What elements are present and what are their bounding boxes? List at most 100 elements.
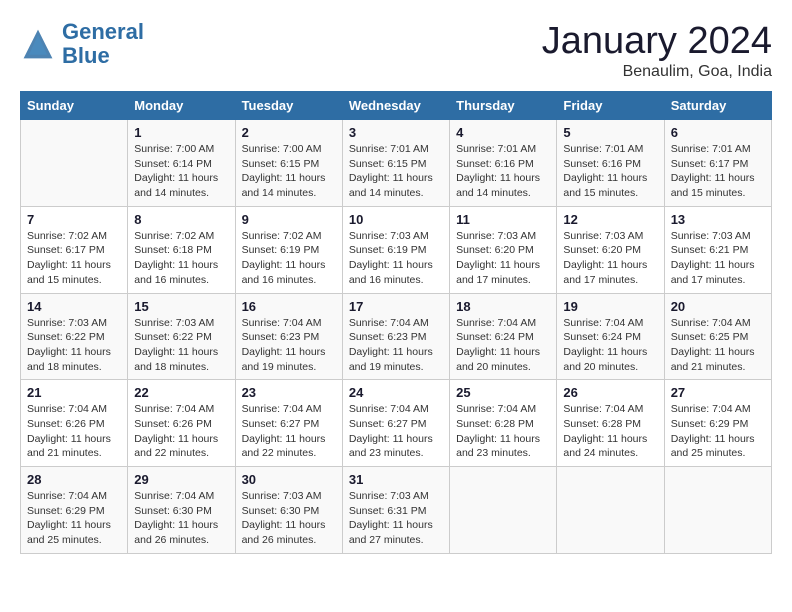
day-number: 31 (349, 472, 443, 487)
calendar-body: 1Sunrise: 7:00 AMSunset: 6:14 PMDaylight… (21, 120, 772, 554)
day-number: 24 (349, 385, 443, 400)
day-number: 15 (134, 299, 228, 314)
calendar-cell (557, 467, 664, 554)
calendar-week-row: 14 Sunrise: 7:03 AMSunset: 6:22 PMDayligh… (21, 293, 772, 380)
page-container: General Blue January 2024 Benaulim, Goa,… (20, 20, 772, 554)
day-number: 23 (242, 385, 336, 400)
header: General Blue January 2024 Benaulim, Goa,… (20, 20, 772, 81)
title-area: January 2024 Benaulim, Goa, India (542, 20, 772, 81)
day-info: Sunrise: 7:01 AMSunset: 6:16 PMDaylight:… (563, 142, 657, 201)
calendar-cell (664, 467, 771, 554)
calendar-cell: 5Sunrise: 7:01 AMSunset: 6:16 PMDaylight… (557, 120, 664, 207)
calendar-cell: 2 Sunrise: 7:00 AMSunset: 6:15 PMDaylight… (235, 120, 342, 207)
day-info: Sunrise: 7:03 AMSunset: 6:20 PMDaylight:… (456, 229, 550, 288)
day-info: Sunrise: 7:04 AMSunset: 6:26 PMDaylight:… (27, 402, 121, 461)
day-info: Sunrise: 7:04 AMSunset: 6:24 PMDaylight:… (456, 316, 550, 375)
calendar-cell: 1Sunrise: 7:00 AMSunset: 6:14 PMDaylight… (128, 120, 235, 207)
day-info: Sunrise: 7:04 AMSunset: 6:23 PMDaylight:… (242, 316, 336, 375)
day-number: 29 (134, 472, 228, 487)
calendar-cell: 10Sunrise: 7:03 AMSunset: 6:19 PMDayligh… (342, 206, 449, 293)
calendar-cell: 29 Sunrise: 7:04 AMSunset: 6:30 PMDayligh… (128, 467, 235, 554)
calendar-cell: 9 Sunrise: 7:02 AMSunset: 6:19 PMDaylight… (235, 206, 342, 293)
calendar-cell: 27 Sunrise: 7:04 AMSunset: 6:29 PMDayligh… (664, 380, 771, 467)
calendar-week-row: 1Sunrise: 7:00 AMSunset: 6:14 PMDaylight… (21, 120, 772, 207)
calendar-cell: 20Sunrise: 7:04 AMSunset: 6:25 PMDayligh… (664, 293, 771, 380)
calendar-cell: 26 Sunrise: 7:04 AMSunset: 6:28 PMDayligh… (557, 380, 664, 467)
weekday-header: Monday (128, 92, 235, 120)
day-info: Sunrise: 7:00 AMSunset: 6:15 PMDaylight:… (242, 142, 336, 201)
day-number: 2 (242, 125, 336, 140)
day-number: 1 (134, 125, 228, 140)
calendar-cell: 23 Sunrise: 7:04 AMSunset: 6:27 PMDayligh… (235, 380, 342, 467)
day-info: Sunrise: 7:04 AMSunset: 6:27 PMDaylight:… (242, 402, 336, 461)
day-number: 25 (456, 385, 550, 400)
day-info: Sunrise: 7:04 AMSunset: 6:29 PMDaylight:… (671, 402, 765, 461)
calendar-cell: 6 Sunrise: 7:01 AMSunset: 6:17 PMDaylight… (664, 120, 771, 207)
calendar-cell: 14Sunrise: 7:03 AMSunset: 6:22 PMDayligh… (21, 293, 128, 380)
day-info: Sunrise: 7:03 AMSunset: 6:30 PMDaylight:… (242, 489, 336, 548)
calendar-cell: 13Sunrise: 7:03 AMSunset: 6:21 PMDayligh… (664, 206, 771, 293)
calendar-week-row: 21 Sunrise: 7:04 AMSunset: 6:26 PMDayligh… (21, 380, 772, 467)
day-number: 16 (242, 299, 336, 314)
day-info: Sunrise: 7:04 AMSunset: 6:30 PMDaylight:… (134, 489, 228, 548)
day-number: 7 (27, 212, 121, 227)
day-info: Sunrise: 7:04 AMSunset: 6:28 PMDaylight:… (456, 402, 550, 461)
day-number: 28 (27, 472, 121, 487)
day-info: Sunrise: 7:02 AMSunset: 6:18 PMDaylight:… (134, 229, 228, 288)
calendar-cell: 17Sunrise: 7:04 AMSunset: 6:23 PMDayligh… (342, 293, 449, 380)
weekday-header: Wednesday (342, 92, 449, 120)
calendar-table: SundayMondayTuesdayWednesdayThursdayFrid… (20, 91, 772, 554)
calendar-cell: 22Sunrise: 7:04 AMSunset: 6:26 PMDayligh… (128, 380, 235, 467)
calendar-cell: 21 Sunrise: 7:04 AMSunset: 6:26 PMDayligh… (21, 380, 128, 467)
calendar-cell: 11 Sunrise: 7:03 AMSunset: 6:20 PMDayligh… (450, 206, 557, 293)
day-number: 26 (563, 385, 657, 400)
day-number: 6 (671, 125, 765, 140)
day-number: 4 (456, 125, 550, 140)
calendar-cell: 24Sunrise: 7:04 AMSunset: 6:27 PMDayligh… (342, 380, 449, 467)
day-info: Sunrise: 7:03 AMSunset: 6:20 PMDaylight:… (563, 229, 657, 288)
weekday-header: Sunday (21, 92, 128, 120)
day-info: Sunrise: 7:01 AMSunset: 6:17 PMDaylight:… (671, 142, 765, 201)
day-number: 12 (563, 212, 657, 227)
calendar-cell: 31 Sunrise: 7:03 AMSunset: 6:31 PMDayligh… (342, 467, 449, 554)
day-number: 30 (242, 472, 336, 487)
calendar-cell: 3 Sunrise: 7:01 AMSunset: 6:15 PMDaylight… (342, 120, 449, 207)
day-number: 3 (349, 125, 443, 140)
day-info: Sunrise: 7:04 AMSunset: 6:24 PMDaylight:… (563, 316, 657, 375)
day-info: Sunrise: 7:03 AMSunset: 6:21 PMDaylight:… (671, 229, 765, 288)
calendar-cell (21, 120, 128, 207)
logo-text: General Blue (62, 20, 144, 68)
day-number: 14 (27, 299, 121, 314)
day-info: Sunrise: 7:03 AMSunset: 6:22 PMDaylight:… (134, 316, 228, 375)
day-info: Sunrise: 7:01 AMSunset: 6:15 PMDaylight:… (349, 142, 443, 201)
calendar-week-row: 28 Sunrise: 7:04 AMSunset: 6:29 PMDayligh… (21, 467, 772, 554)
day-number: 11 (456, 212, 550, 227)
calendar-cell: 25 Sunrise: 7:04 AMSunset: 6:28 PMDayligh… (450, 380, 557, 467)
calendar-cell: 16 Sunrise: 7:04 AMSunset: 6:23 PMDayligh… (235, 293, 342, 380)
weekday-row: SundayMondayTuesdayWednesdayThursdayFrid… (21, 92, 772, 120)
calendar-cell: 15 Sunrise: 7:03 AMSunset: 6:22 PMDayligh… (128, 293, 235, 380)
weekday-header: Saturday (664, 92, 771, 120)
day-info: Sunrise: 7:04 AMSunset: 6:29 PMDaylight:… (27, 489, 121, 548)
day-number: 9 (242, 212, 336, 227)
day-number: 10 (349, 212, 443, 227)
calendar-cell: 4 Sunrise: 7:01 AMSunset: 6:16 PMDaylight… (450, 120, 557, 207)
day-number: 21 (27, 385, 121, 400)
calendar-cell: 8Sunrise: 7:02 AMSunset: 6:18 PMDaylight… (128, 206, 235, 293)
day-info: Sunrise: 7:04 AMSunset: 6:26 PMDaylight:… (134, 402, 228, 461)
calendar-subtitle: Benaulim, Goa, India (542, 63, 772, 81)
day-number: 18 (456, 299, 550, 314)
day-number: 27 (671, 385, 765, 400)
day-info: Sunrise: 7:04 AMSunset: 6:23 PMDaylight:… (349, 316, 443, 375)
weekday-header: Friday (557, 92, 664, 120)
calendar-cell: 30 Sunrise: 7:03 AMSunset: 6:30 PMDayligh… (235, 467, 342, 554)
day-info: Sunrise: 7:01 AMSunset: 6:16 PMDaylight:… (456, 142, 550, 201)
day-info: Sunrise: 7:04 AMSunset: 6:28 PMDaylight:… (563, 402, 657, 461)
calendar-cell: 12 Sunrise: 7:03 AMSunset: 6:20 PMDayligh… (557, 206, 664, 293)
day-info: Sunrise: 7:03 AMSunset: 6:31 PMDaylight:… (349, 489, 443, 548)
logo-icon (20, 26, 56, 62)
calendar-cell: 19Sunrise: 7:04 AMSunset: 6:24 PMDayligh… (557, 293, 664, 380)
logo: General Blue (20, 20, 144, 68)
calendar-cell: 28 Sunrise: 7:04 AMSunset: 6:29 PMDayligh… (21, 467, 128, 554)
day-info: Sunrise: 7:02 AMSunset: 6:19 PMDaylight:… (242, 229, 336, 288)
